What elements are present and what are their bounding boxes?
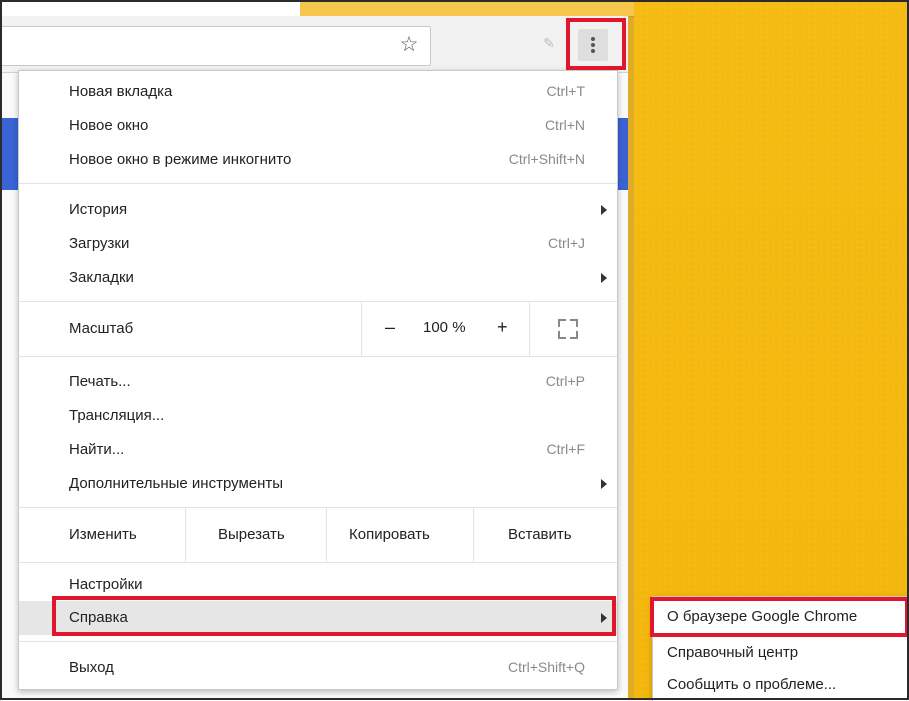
menu-separator xyxy=(19,562,617,563)
tab-strip xyxy=(300,0,634,17)
about-item-highlight xyxy=(650,597,909,637)
copy-label: Копировать xyxy=(349,526,430,543)
menu-item-label: Новое окно в режиме инкогнито xyxy=(69,151,292,168)
help-item-highlight xyxy=(52,596,616,636)
menu-item-label: Дополнительные инструменты xyxy=(69,475,284,492)
menu-item-shortcut: Ctrl+Shift+Q xyxy=(507,659,585,675)
menu-item-bookmarks[interactable]: Закладки xyxy=(19,261,617,295)
zoom-level: 100 % xyxy=(423,319,466,336)
star-icon[interactable]: ☆ xyxy=(394,30,424,60)
submenu-arrow-icon xyxy=(601,273,607,283)
menu-item-history[interactable]: История xyxy=(19,193,617,227)
menu-item-shortcut: Ctrl+T xyxy=(546,83,586,99)
cut-label: Вырезать xyxy=(218,526,285,543)
menu-item-shortcut: Ctrl+Shift+N xyxy=(508,151,585,167)
menu-item-more-tools[interactable]: Дополнительные инструменты xyxy=(19,467,617,501)
menu-item-label: Выход xyxy=(69,659,114,676)
menu-item-label: История xyxy=(69,201,128,218)
paste-label: Вставить xyxy=(508,526,572,543)
menu-item-shortcut: Ctrl+P xyxy=(545,373,585,389)
menu-item-label: Настройки xyxy=(69,576,143,593)
submenu-item-label: Справочный центр xyxy=(667,644,799,661)
menu-item-label: Новая вкладка xyxy=(69,83,173,100)
cut-button[interactable]: Вырезать xyxy=(186,508,326,562)
submenu-item-report[interactable]: Сообщить о проблеме... xyxy=(653,669,909,701)
menu-item-edit: Изменить Вырезать Копировать Вставить xyxy=(19,508,617,562)
copy-button[interactable]: Копировать xyxy=(327,508,473,562)
pencil-icon[interactable]: ✎ xyxy=(539,33,559,53)
menu-item-label: Новое окно xyxy=(69,117,149,134)
menu-item-new-tab[interactable]: Новая вкладка Ctrl+T xyxy=(19,75,617,109)
zoom-out-button[interactable]: – xyxy=(385,317,395,338)
menu-item-incognito[interactable]: Новое окно в режиме инкогнито Ctrl+Shift… xyxy=(19,143,617,177)
menu-item-zoom: Масштаб – 100 % + xyxy=(19,302,617,356)
menu-item-shortcut: Ctrl+J xyxy=(548,235,585,251)
submenu-arrow-icon xyxy=(601,479,607,489)
menu-item-cast[interactable]: Трансляция... xyxy=(19,399,617,433)
submenu-arrow-icon xyxy=(601,205,607,215)
page-blue-strip xyxy=(2,118,18,190)
menu-item-print[interactable]: Печать... Ctrl+P xyxy=(19,365,617,399)
submenu-item-help-center[interactable]: Справочный центр xyxy=(653,637,909,669)
edit-label-cell: Изменить xyxy=(19,508,185,562)
menu-item-shortcut: Ctrl+N xyxy=(544,117,585,133)
menu-separator xyxy=(19,641,617,642)
zoom-in-button[interactable]: + xyxy=(497,317,508,338)
menu-button-highlight xyxy=(566,18,626,70)
menu-item-downloads[interactable]: Загрузки Ctrl+J xyxy=(19,227,617,261)
menu-item-exit[interactable]: Выход Ctrl+Shift+Q xyxy=(19,651,617,685)
paste-button[interactable]: Вставить xyxy=(474,508,617,562)
fullscreen-icon[interactable] xyxy=(558,319,578,339)
menu-separator xyxy=(19,183,617,184)
menu-item-new-window[interactable]: Новое окно Ctrl+N xyxy=(19,109,617,143)
page-background xyxy=(634,0,909,700)
submenu-item-label: Сообщить о проблеме... xyxy=(667,676,837,693)
menu-item-label: Трансляция... xyxy=(69,407,165,424)
menu-item-label: Печать... xyxy=(69,373,131,390)
zoom-divider xyxy=(361,302,362,356)
menu-separator xyxy=(19,356,617,357)
address-bar[interactable] xyxy=(2,26,431,66)
menu-item-label: Найти... xyxy=(69,441,125,458)
menu-item-label: Изменить xyxy=(69,526,137,543)
menu-item-label: Масштаб xyxy=(69,320,134,337)
menu-item-label: Загрузки xyxy=(69,235,130,252)
menu-item-label: Закладки xyxy=(69,269,134,286)
menu-item-shortcut: Ctrl+F xyxy=(546,441,586,457)
menu-item-find[interactable]: Найти... Ctrl+F xyxy=(19,433,617,467)
zoom-divider xyxy=(529,302,530,356)
